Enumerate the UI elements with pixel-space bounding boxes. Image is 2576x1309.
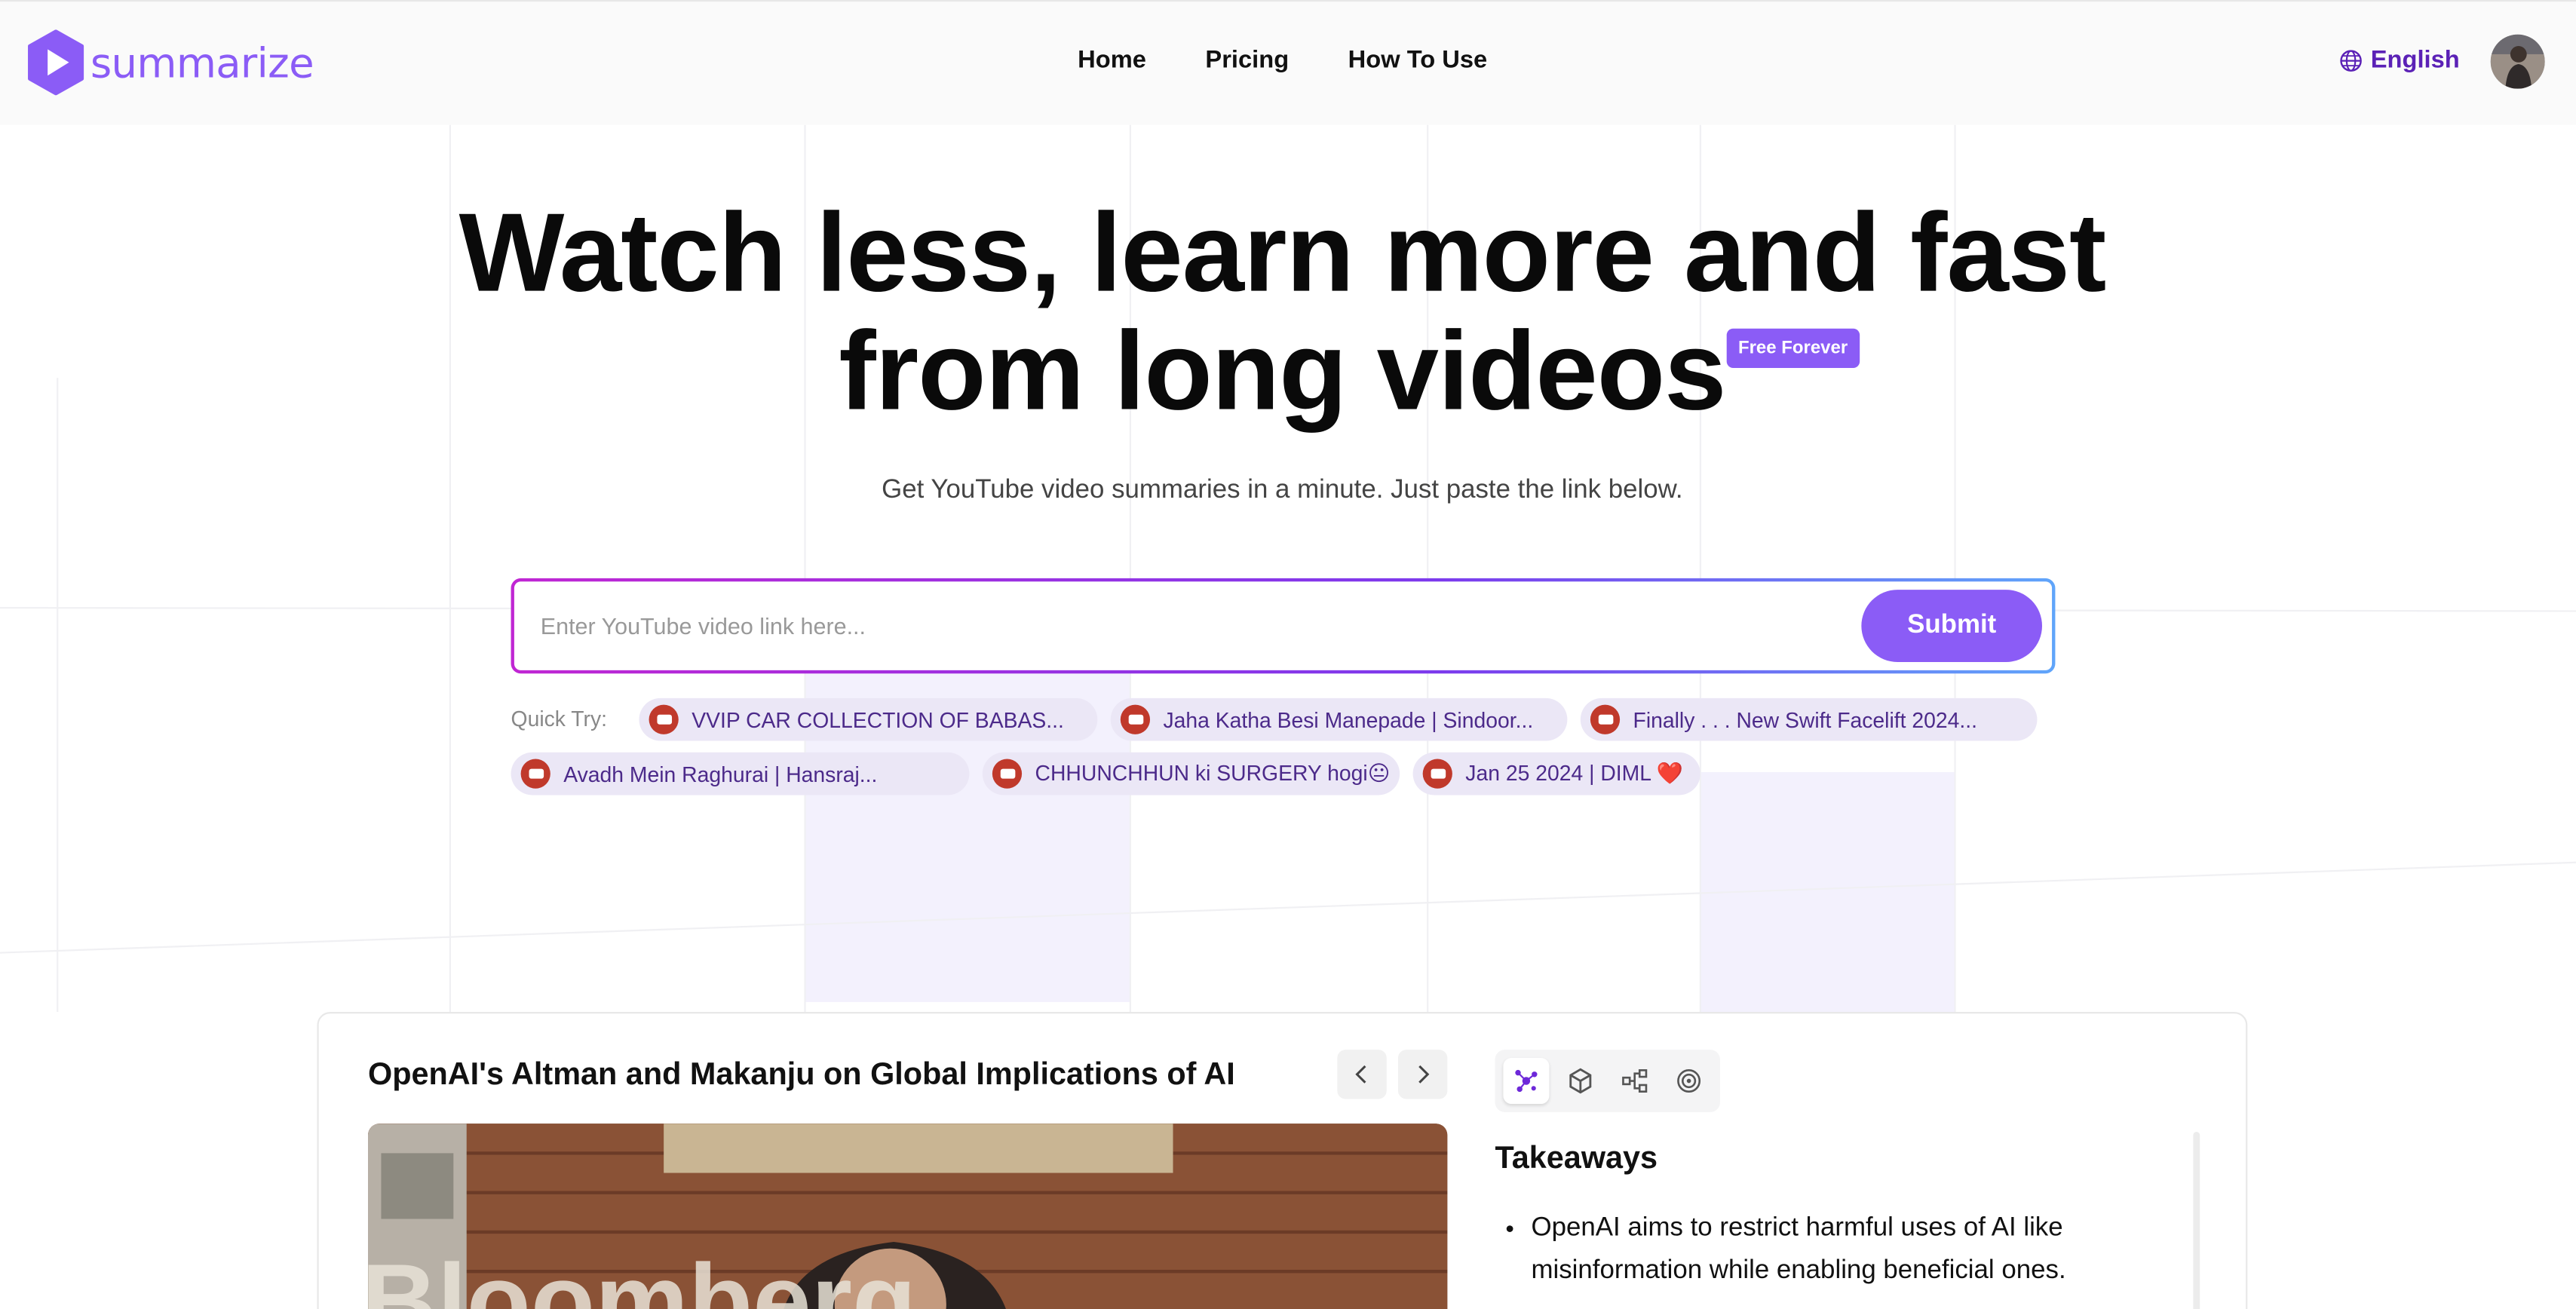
logo[interactable]: summarize — [25, 29, 314, 96]
youtube-icon — [649, 704, 679, 734]
free-forever-badge: Free Forever — [1726, 328, 1860, 369]
logo-text: summarize — [90, 38, 314, 87]
youtube-icon — [1120, 704, 1151, 734]
summary-tabs — [1495, 1050, 1720, 1112]
mindmap-icon — [1622, 1069, 1648, 1093]
chevron-right-icon — [1418, 1065, 1430, 1084]
youtube-icon — [1590, 704, 1621, 734]
logo-play-icon — [28, 29, 84, 96]
quick-try-label: Quick Try: — [511, 706, 608, 731]
user-avatar[interactable] — [2490, 34, 2545, 89]
tab-target[interactable] — [1666, 1058, 1712, 1104]
youtube-icon — [520, 759, 550, 789]
demo-card: OpenAI's Altman and Makanju on Global Im… — [317, 1012, 2248, 1309]
globe-icon — [2340, 49, 2362, 71]
youtube-icon — [992, 759, 1023, 789]
avatar-image — [2490, 34, 2545, 89]
quick-try-item-label: Jaha Katha Besi Manepade | Sindoor... — [1163, 707, 1534, 732]
language-selector[interactable]: English — [2339, 46, 2460, 75]
next-button[interactable] — [1397, 1050, 1448, 1099]
language-label: English — [2370, 46, 2460, 75]
quick-try-item-label: Jan 25 2024 | DIML ❤️ — [1465, 760, 1684, 786]
youtube-link-input[interactable] — [540, 601, 1823, 651]
tab-takeaways[interactable] — [1503, 1058, 1550, 1105]
video-player[interactable]: Bloomberg — [368, 1124, 1448, 1309]
takeaways-list: OpenAI aims to restrict harmful uses of … — [1531, 1207, 2122, 1292]
previous-button[interactable] — [1337, 1050, 1387, 1099]
quick-try-item-label: Avadh Mein Raghurai | Hansraj... — [563, 761, 878, 786]
submit-button[interactable]: Submit — [1861, 590, 2042, 662]
target-icon — [1677, 1069, 1701, 1093]
hero-title-line-1: Watch less, learn more and fast — [458, 190, 2107, 316]
demo-video-title: OpenAI's Altman and Makanju on Global Im… — [368, 1058, 1235, 1093]
page: summarize Home Pricing How To Use Englis… — [0, 0, 2576, 1309]
video-thumbnail: Bloomberg — [368, 1124, 1448, 1309]
quick-try-item[interactable]: Jan 25 2024 | DIML ❤️ — [1412, 752, 1700, 796]
nav-home[interactable]: Home — [1078, 46, 1146, 74]
tab-mindmap[interactable] — [1612, 1058, 1658, 1104]
quick-try-item[interactable]: CHHUNCHHUN ki SURGERY hogi😐 — [982, 752, 1400, 796]
hero-subtitle: Get YouTube video summaries in a minute.… — [882, 476, 1683, 504]
quick-try-item[interactable]: VVIP CAR COLLECTION OF BABAS... — [639, 697, 1098, 741]
quick-try-item-label: CHHUNCHHUN ki SURGERY hogi😐 — [1035, 760, 1391, 786]
main-nav: Home Pricing How To Use — [1078, 46, 1487, 74]
tab-chapters[interactable] — [1557, 1058, 1603, 1104]
takeaways-icon — [1515, 1069, 1538, 1093]
quick-try-item[interactable]: Jaha Katha Besi Manepade | Sindoor... — [1110, 697, 1568, 741]
search-box: Submit — [511, 578, 2056, 674]
top-header: summarize Home Pricing How To Use Englis… — [0, 0, 2576, 125]
quick-try-item-label: Finally . . . New Swift Facelift 2024... — [1633, 707, 1978, 732]
takeaways-heading: Takeaways — [1495, 1142, 1658, 1176]
youtube-icon — [1422, 759, 1452, 789]
quick-try-item-label: VVIP CAR COLLECTION OF BABAS... — [692, 707, 1064, 732]
quick-try-item[interactable]: Finally . . . New Swift Facelift 2024... — [1580, 697, 2038, 741]
quick-try-item[interactable]: Avadh Mein Raghurai | Hansraj... — [511, 752, 970, 796]
nav-pricing[interactable]: Pricing — [1205, 46, 1289, 74]
video-overlay-text: Bloomberg — [368, 1242, 916, 1309]
takeaways-scrollbar[interactable] — [2193, 1132, 2200, 1309]
list-item: OpenAI aims to restrict harmful uses of … — [1531, 1207, 2122, 1292]
nav-how-to-use[interactable]: How To Use — [1348, 46, 1488, 74]
hero-title: Watch less, learn more and fast from lon… — [0, 194, 2565, 431]
chevron-left-icon — [1355, 1065, 1366, 1084]
chapters-icon — [1569, 1068, 1592, 1094]
hero-title-line-2: from long videos — [839, 308, 1726, 434]
